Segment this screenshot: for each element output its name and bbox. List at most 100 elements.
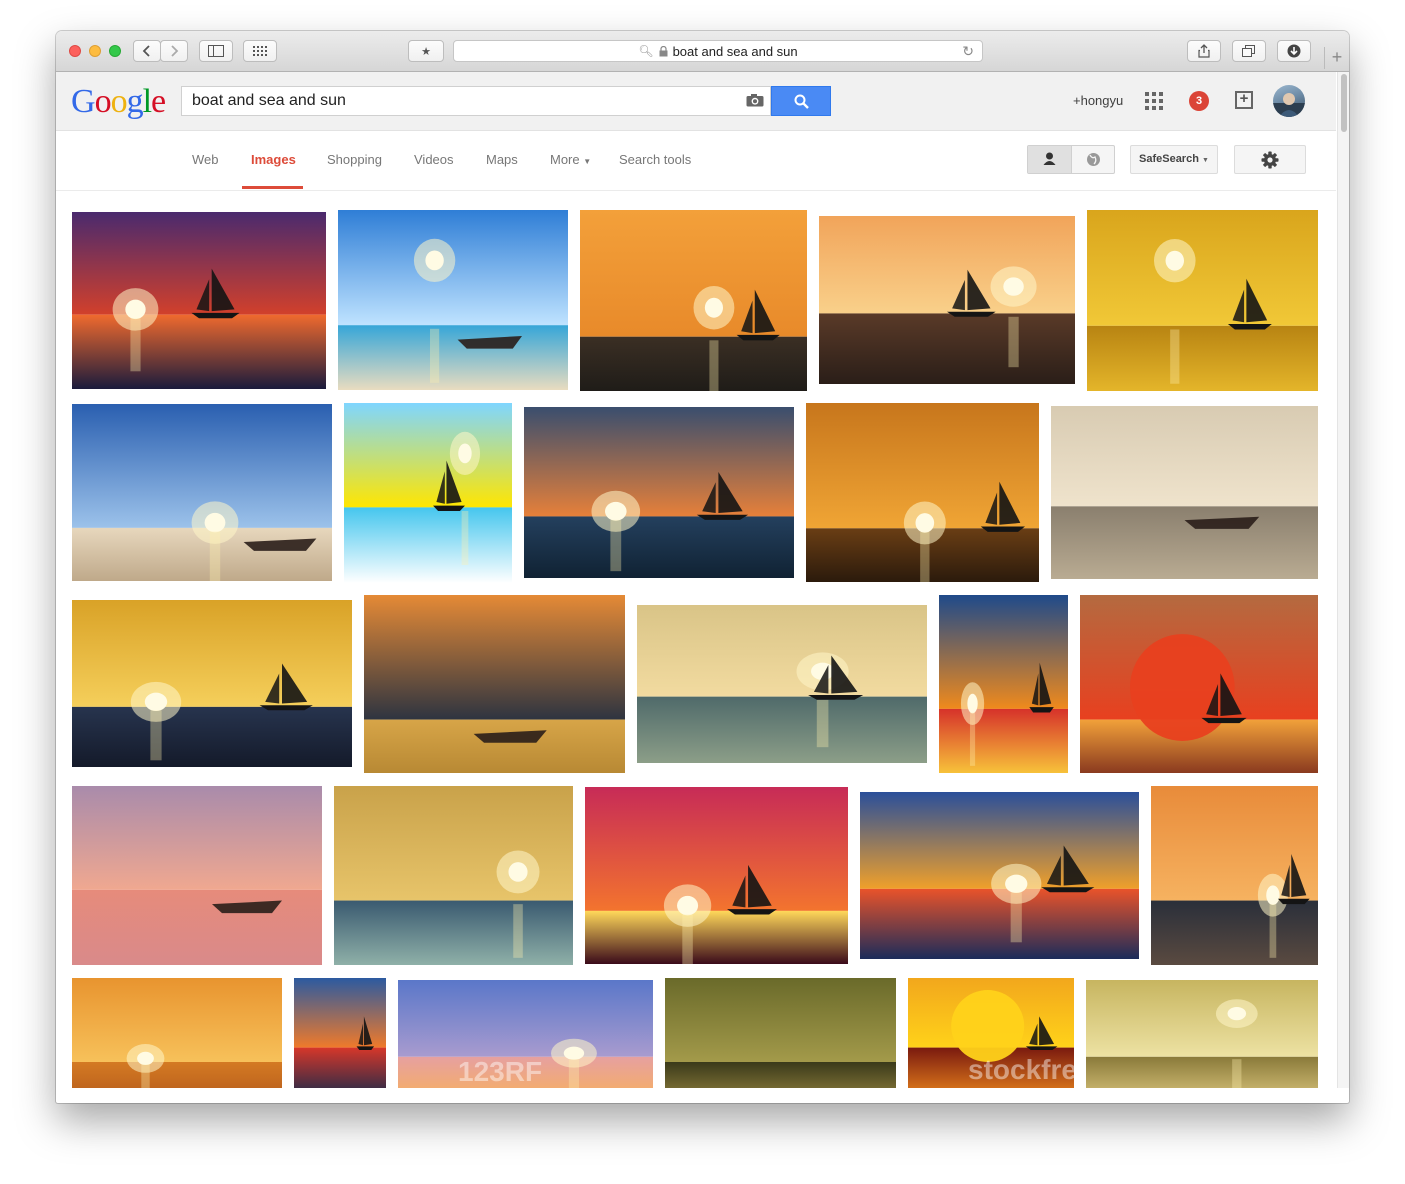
sun-shape — [125, 299, 146, 320]
search-input[interactable] — [182, 87, 742, 115]
image-result[interactable] — [334, 786, 573, 965]
sun-reflection — [1010, 892, 1022, 943]
tab-images[interactable]: Images — [251, 152, 296, 167]
settings-button[interactable] — [1234, 145, 1306, 174]
user-name-link[interactable]: +hongyu — [1073, 93, 1123, 108]
image-result[interactable] — [819, 216, 1075, 384]
sea-area — [72, 1062, 282, 1088]
sun-shape — [144, 692, 168, 712]
caret-down-icon: ▼ — [1202, 157, 1209, 164]
scrollbar-thumb[interactable] — [1341, 74, 1347, 132]
sun-shape — [704, 297, 724, 318]
new-tab-button[interactable]: + — [1324, 47, 1349, 69]
sun-reflection — [430, 328, 440, 383]
lock-icon — [659, 45, 668, 56]
image-result[interactable] — [585, 787, 848, 964]
share-plus-icon[interactable]: + — [1235, 91, 1253, 109]
sea-area — [334, 900, 573, 965]
forward-button[interactable] — [160, 40, 188, 62]
zoom-window-button[interactable] — [109, 45, 121, 57]
sea-area — [72, 314, 326, 389]
image-result[interactable] — [72, 978, 282, 1088]
camera-icon[interactable] — [746, 93, 764, 107]
image-result[interactable] — [344, 403, 512, 583]
bookmarks-button[interactable]: ★ — [408, 40, 444, 62]
show-tabs-button[interactable] — [1232, 40, 1266, 62]
image-result[interactable] — [338, 210, 568, 390]
back-button[interactable] — [133, 40, 161, 62]
image-result[interactable] — [939, 595, 1068, 773]
active-tab-indicator — [242, 186, 303, 189]
image-result[interactable] — [1087, 210, 1318, 391]
sky-area — [1051, 406, 1318, 507]
sidebar-toggle-button[interactable] — [199, 40, 233, 62]
image-result[interactable] — [1151, 786, 1318, 965]
personal-results-button[interactable] — [1028, 146, 1072, 173]
result-image — [1086, 980, 1318, 1088]
share-button[interactable] — [1187, 40, 1221, 62]
image-result[interactable] — [665, 978, 896, 1088]
image-result[interactable] — [1086, 980, 1318, 1088]
tab-web[interactable]: Web — [192, 152, 219, 167]
image-result[interactable] — [637, 605, 927, 763]
result-image — [294, 978, 386, 1088]
image-result[interactable]: stockfresh — [908, 978, 1074, 1088]
sun-shape — [204, 512, 226, 533]
grid-icon — [253, 46, 267, 56]
google-logo[interactable]: Google — [71, 83, 166, 121]
safesearch-dropdown[interactable]: SafeSearch ▼ — [1130, 145, 1218, 174]
close-window-button[interactable] — [69, 45, 81, 57]
image-result[interactable]: 123RF — [398, 980, 653, 1088]
page-scrollbar[interactable] — [1337, 72, 1349, 1088]
address-bar[interactable]: 🔍︎ boat and sea and sun ↻ — [453, 40, 983, 62]
image-result[interactable] — [364, 595, 625, 773]
notifications-badge[interactable]: 3 — [1189, 91, 1209, 111]
downloads-button[interactable] — [1277, 40, 1311, 62]
watermark: 123RF — [458, 1056, 543, 1087]
image-result[interactable] — [72, 600, 352, 767]
top-sites-button[interactable] — [243, 40, 277, 62]
minimize-window-button[interactable] — [89, 45, 101, 57]
sky-area — [939, 595, 1068, 709]
sun-reflection — [568, 1059, 580, 1088]
image-result[interactable] — [580, 210, 807, 391]
tab-more[interactable]: More ▼ — [550, 152, 591, 167]
tab-shopping[interactable]: Shopping — [327, 152, 382, 167]
image-result[interactable] — [72, 404, 332, 581]
image-result[interactable] — [1080, 595, 1318, 773]
reload-icon[interactable]: ↻ — [962, 43, 974, 60]
sun-shape — [1129, 634, 1235, 741]
tab-maps[interactable]: Maps — [486, 152, 518, 167]
result-image — [72, 404, 332, 581]
hull-shape — [1041, 887, 1095, 893]
sun-shape — [508, 862, 528, 882]
sea-area — [1086, 1056, 1318, 1088]
image-result[interactable] — [72, 212, 326, 389]
sun-shape — [563, 1046, 585, 1060]
sky-area — [72, 786, 322, 890]
sky-area — [819, 216, 1075, 314]
sun-reflection — [1170, 329, 1180, 384]
tab-videos[interactable]: Videos — [414, 152, 454, 167]
result-image — [364, 595, 625, 773]
sky-area — [72, 978, 282, 1062]
search-button[interactable] — [771, 86, 831, 116]
sea-area — [665, 1062, 896, 1088]
image-result[interactable] — [860, 792, 1139, 959]
image-result[interactable] — [294, 978, 386, 1088]
image-result[interactable] — [806, 403, 1039, 582]
sea-area — [1087, 325, 1318, 391]
avatar[interactable] — [1273, 85, 1305, 117]
sun-shape — [425, 250, 444, 271]
result-image — [334, 786, 573, 965]
apps-grid-icon[interactable] — [1145, 92, 1163, 110]
safesearch-label: SafeSearch — [1139, 153, 1199, 165]
hull-shape — [696, 514, 749, 520]
sun-reflection — [150, 710, 162, 761]
image-result[interactable] — [524, 407, 794, 578]
image-result[interactable] — [1051, 406, 1318, 579]
sun-shape — [458, 443, 472, 464]
search-tools-button[interactable]: Search tools — [619, 152, 691, 167]
image-result[interactable] — [72, 786, 322, 965]
globe-icon[interactable] — [1072, 146, 1115, 173]
